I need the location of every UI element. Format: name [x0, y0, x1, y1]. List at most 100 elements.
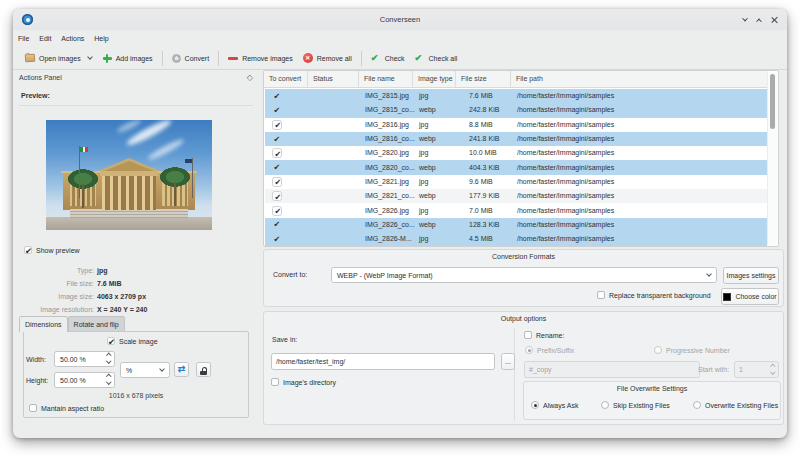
table-row[interactable]: IMG_2816.jpgjpg8.8 MiB/home/faster/Immag… [265, 118, 767, 132]
images-directory-checkbox[interactable] [271, 378, 279, 386]
table-row[interactable]: IMG_2820_co...webp404.3 KiB/home/faster/… [265, 160, 767, 174]
float-panel-icon[interactable]: ◇ [247, 73, 253, 82]
minimize-button[interactable] [743, 16, 747, 23]
row-checkbox[interactable] [272, 148, 282, 158]
swap-icon: ⇄ [178, 364, 186, 374]
replace-transparent-background-checkbox[interactable] [597, 291, 605, 299]
row-checkbox[interactable] [272, 105, 282, 115]
cell-file-path: /home/faster/Immagini/samples [512, 190, 767, 202]
column-header-file-size[interactable]: File size [456, 71, 511, 87]
always-ask-radio[interactable] [531, 401, 539, 409]
column-header-status[interactable]: Status [308, 71, 359, 87]
column-header-image-type[interactable]: Image type [413, 71, 456, 87]
table-scrollbar[interactable] [767, 72, 777, 245]
check-button[interactable]: Check [366, 51, 410, 66]
maintain-aspect-ratio-checkbox[interactable] [29, 404, 37, 412]
column-header-to-convert[interactable]: To convert [264, 71, 308, 87]
menu-file[interactable]: File [13, 32, 34, 45]
row-checkbox[interactable] [272, 120, 282, 130]
table-row[interactable]: IMG_2815_co...webp242.8 KiB/home/faster/… [265, 103, 767, 117]
lock-ratio-button[interactable] [196, 362, 211, 377]
table-row[interactable]: IMG_2820.jpgjpg10.0 MiB/home/faster/Imma… [265, 146, 767, 160]
unit-select[interactable]: % [120, 362, 170, 378]
check-all-button[interactable]: Check all [410, 51, 463, 66]
lock-icon [200, 366, 207, 375]
preview-image [46, 120, 212, 230]
row-checkbox[interactable] [272, 163, 282, 173]
cell-image-type: jpg [414, 90, 457, 102]
start-with-spinbox[interactable]: 1 [734, 361, 779, 378]
convert-button[interactable]: Convert [167, 51, 215, 66]
prefix-suffix-radio[interactable] [525, 346, 533, 354]
open-images-button[interactable]: Open images [20, 51, 97, 65]
cell-file-path: /home/faster/Immagini/samples [512, 119, 767, 131]
cell-file-size: 128.3 KiB [457, 219, 512, 231]
width-spinbox[interactable]: 50.00 % [54, 351, 115, 367]
images-directory-label: Image's directory [283, 379, 336, 386]
row-checkbox[interactable] [272, 177, 282, 187]
show-preview-checkbox[interactable] [24, 246, 32, 254]
divider [514, 328, 515, 421]
table-row[interactable]: IMG_2826-M...jpg4.5 MiB/home/faster/Imma… [265, 232, 767, 246]
cell-file-name: IMG_2815_co... [360, 104, 414, 116]
row-checkbox[interactable] [272, 234, 282, 244]
table-row[interactable]: IMG_2815.jpgjpg7.6 MiB/home/faster/Immag… [265, 89, 767, 103]
progressive-number-radio[interactable] [654, 346, 662, 354]
rename-label: Rename: [536, 332, 564, 339]
file-table: To convertStatusFile nameImage typeFile … [263, 70, 779, 247]
replace-transparent-background-label: Replace transparent background [609, 292, 711, 299]
skip-existing-files-radio[interactable] [601, 401, 609, 409]
cell-file-name: IMG_2826.jpg [360, 205, 414, 217]
row-checkbox[interactable] [272, 220, 282, 230]
choose-color-button[interactable]: Choose color [721, 288, 779, 305]
row-checkbox[interactable] [272, 91, 282, 101]
overwrite-existing-files-radio[interactable] [693, 401, 701, 409]
cell-image-type: webp [414, 219, 457, 231]
cell-file-name: IMG_2826-M... [360, 233, 414, 245]
cell-file-size: 242.8 KiB [457, 104, 512, 116]
table-row[interactable]: IMG_2826_co...webp128.3 KiB/home/faster/… [265, 218, 767, 232]
menu-actions[interactable]: Actions [56, 32, 89, 45]
swap-dimensions-button[interactable]: ⇄ [174, 362, 189, 377]
row-checkbox[interactable] [272, 134, 282, 144]
cell-file-name: IMG_2826_co... [360, 219, 414, 231]
remove-images-button[interactable]: Remove images [223, 52, 298, 65]
menu-edit[interactable]: Edit [34, 32, 56, 45]
cell-file-size: 241.8 KiB [457, 133, 512, 145]
save-path-input[interactable]: /home/faster/test_img/ [271, 353, 495, 370]
cell-file-size: 177.9 KiB [457, 190, 512, 202]
browse-button[interactable]: ... [501, 353, 515, 370]
table-row[interactable]: IMG_2826.jpgjpg7.0 MiB/home/faster/Immag… [265, 203, 767, 217]
add-images-button[interactable]: Add images [97, 50, 158, 66]
row-checkbox[interactable] [272, 206, 282, 216]
rename-checkbox[interactable] [524, 331, 532, 339]
color-swatch [723, 293, 731, 301]
cell-file-path: /home/faster/Immagini/samples [512, 133, 767, 145]
remove-all-button[interactable]: Remove all [298, 50, 357, 66]
table-row[interactable]: IMG_2821_co...webp177.9 KiB/home/faster/… [265, 189, 767, 203]
scrollbar-thumb[interactable] [770, 74, 775, 129]
cell-file-size: 9.6 MiB [457, 176, 512, 188]
images-settings-button[interactable]: Images settings [723, 267, 779, 284]
close-button[interactable] [771, 16, 778, 23]
maximize-button[interactable] [757, 16, 761, 23]
menu-help[interactable]: Help [89, 32, 113, 45]
table-row[interactable]: IMG_2816_co...webp241.8 KiB/home/faster/… [265, 132, 767, 146]
cell-image-type: jpg [414, 147, 457, 159]
height-spinbox[interactable]: 50.00 % [54, 372, 115, 388]
column-header-file-name[interactable]: File name [359, 71, 413, 87]
titlebar[interactable]: Converseen [13, 9, 787, 30]
scale-image-checkbox[interactable] [107, 337, 115, 345]
row-checkbox[interactable] [272, 191, 282, 201]
width-label: Width: [26, 356, 46, 363]
tab-dimensions[interactable]: Dimensions [19, 316, 68, 332]
cell-file-name: IMG_2821.jpg [360, 176, 414, 188]
format-select[interactable]: WEBP - (WebP Image Format) [331, 267, 717, 283]
rename-pattern-input[interactable]: #_copy [524, 361, 700, 378]
tab-rotate-and-flip[interactable]: Rotate and flip [68, 316, 125, 332]
column-header-file-path[interactable]: File path [511, 71, 767, 87]
cell-image-type: jpg [414, 233, 457, 245]
cell-file-path: /home/faster/Immagini/samples [512, 147, 767, 159]
table-row[interactable]: IMG_2821.jpgjpg9.6 MiB/home/faster/Immag… [265, 175, 767, 189]
file-overwrite-settings-title: File Overwrite Settings [524, 385, 780, 392]
